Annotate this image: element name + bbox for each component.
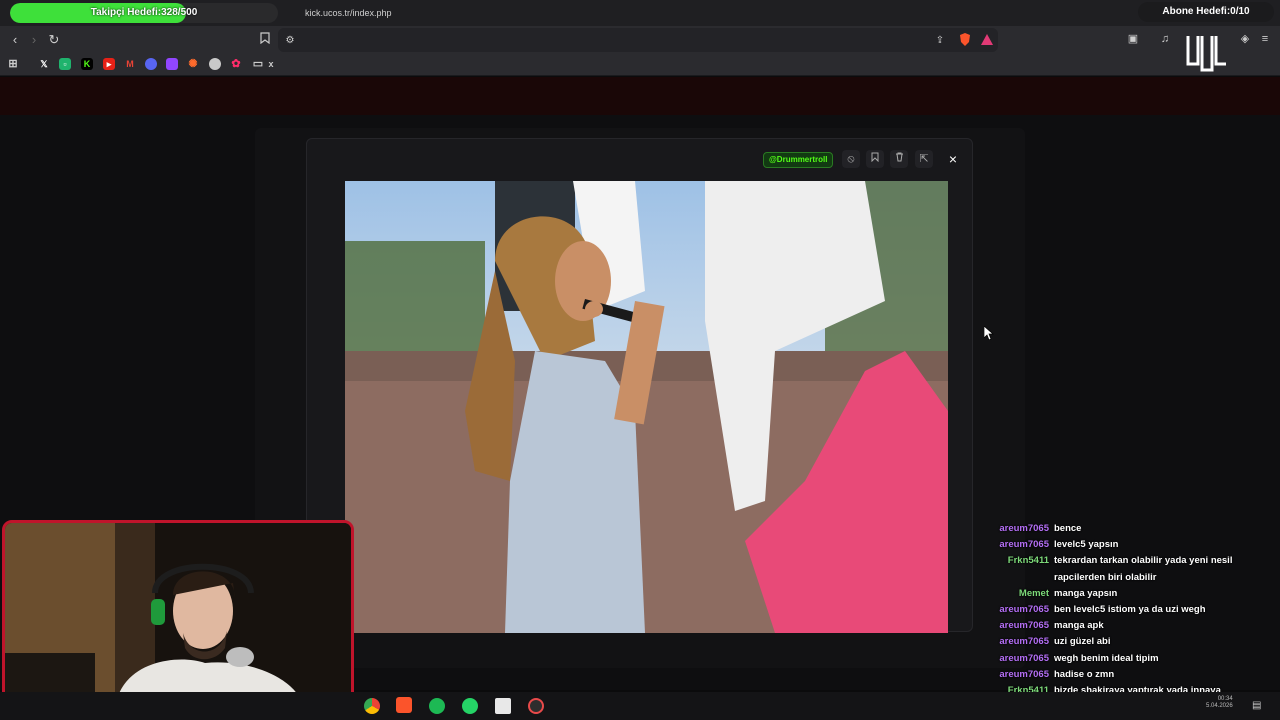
forward-icon[interactable]: › <box>26 32 42 48</box>
modal-header: @Drummertroll ⦸ ⇱ × <box>307 139 972 181</box>
chat-message: ben levelc5 istiom ya da uzi wegh <box>1054 604 1206 616</box>
chat-username <box>990 570 1054 586</box>
apps-grid-icon[interactable]: ⊞ <box>7 58 19 70</box>
chat-username: areum7065 <box>999 636 1049 648</box>
chat-line: areum7065 uzi güzel abi <box>990 634 1270 650</box>
x-icon[interactable]: 𝕏 <box>38 58 50 70</box>
chat-username: areum7065 <box>999 668 1049 680</box>
delete-icon[interactable] <box>890 150 908 168</box>
taskbar <box>0 692 1280 720</box>
chat-line: Memet manga yapsın <box>990 586 1270 602</box>
media-icon[interactable]: ♫ <box>1158 32 1172 46</box>
chat-line: areum7065 levelc5 yapsın <box>990 537 1270 553</box>
vpn-icon[interactable]: ◈ <box>1238 32 1252 46</box>
chat-line: rapcilerden biri olabilir <box>990 570 1270 586</box>
chat-message: hadise o zmn <box>1054 668 1115 680</box>
folder-label[interactable]: x <box>266 58 276 70</box>
menu-icon[interactable]: ≡ <box>1258 32 1272 46</box>
gmail-icon[interactable]: M <box>124 58 136 70</box>
screen: Takipçi Hedefi:328/500 Abone Hedefi:0/10… <box>0 0 1280 720</box>
page-header-dimmed <box>0 77 1280 115</box>
discord-icon[interactable] <box>145 58 157 70</box>
chat-message: uzi güzel abi <box>1054 636 1111 648</box>
url-text[interactable]: kick.ucos.tr/index.php <box>305 8 392 18</box>
video-frame <box>345 181 948 633</box>
close-icon[interactable]: × <box>943 149 963 169</box>
chat-message: tekrardan tarkan olabilir yada yeni nesi… <box>1054 555 1233 567</box>
notepad-icon[interactable] <box>495 698 511 714</box>
chat-message: wegh benim ideal tipim <box>1054 652 1159 664</box>
sub-goal-bar: Abone Hedefi:0/10 <box>1138 2 1274 22</box>
kick-k-icon[interactable]: K <box>81 58 93 70</box>
chat-message: manga apk <box>1054 620 1104 632</box>
star-icon[interactable]: ✺ <box>187 58 199 70</box>
chat-line: areum7065 hadise o zmn <box>990 667 1270 683</box>
brave-shield-icon[interactable] <box>957 33 973 49</box>
mouse-cursor <box>984 326 994 340</box>
share-icon[interactable]: ⇪ <box>932 33 948 49</box>
chatgpt-icon[interactable] <box>209 58 221 70</box>
chat-message: manga yapsın <box>1054 587 1118 599</box>
clock-time: 00:34 <box>1217 696 1233 702</box>
chat-username: areum7065 <box>999 604 1049 616</box>
chat-message: bence <box>1054 523 1082 534</box>
chat-message: rapcilerden biri olabilir <box>1054 571 1157 583</box>
save-icon[interactable] <box>866 150 884 168</box>
chat-line: Frkn5411 tekrardan tarkan olabilir yada y… <box>990 553 1270 569</box>
open-external-icon[interactable]: ⇱ <box>915 150 933 168</box>
follower-goal-bar: Takipçi Hedefi:328/500 <box>10 3 278 23</box>
chat-username: areum7065 <box>999 652 1049 664</box>
url-box[interactable] <box>278 28 998 52</box>
sidebar-icon[interactable]: ▣ <box>1126 32 1140 46</box>
block-icon[interactable]: ⦸ <box>842 150 860 168</box>
site-info-icon[interactable]: ⚙ <box>282 33 298 49</box>
chat-overlay: areum7065 bence areum7065 levelc5 yapsın Frk… <box>990 521 1270 715</box>
clip-modal: @Drummertroll ⦸ ⇱ × <box>306 138 973 633</box>
chat-username: Frkn5411 <box>1007 555 1049 567</box>
spotify-icon[interactable] <box>429 698 445 714</box>
bookmarks-bar: ⊞ 𝕏 ▫ K ▸ M ✺ ✿ ▭ x <box>0 54 1280 76</box>
webcam-image <box>5 523 351 715</box>
obs-icon[interactable] <box>528 698 544 714</box>
youtube-icon[interactable]: ▸ <box>103 58 115 70</box>
back-icon[interactable]: ‹ <box>7 32 23 48</box>
bookmark-icon[interactable]: ✿ <box>230 58 242 70</box>
brave-rewards-icon[interactable] <box>979 33 995 49</box>
clock[interactable]: 00:34 5.04.2026 <box>1206 696 1233 710</box>
chrome-icon[interactable] <box>364 698 380 714</box>
kick-icon[interactable]: ▫ <box>59 58 71 70</box>
follower-goal-text: Takipçi Hedefi:328/500 <box>90 7 198 18</box>
user-tag[interactable]: @Drummertroll <box>763 152 834 168</box>
clock-date: 5.04.2026 <box>1206 703 1233 709</box>
chat-line: areum7065 bence <box>990 521 1270 537</box>
folder-icon[interactable]: ▭ <box>252 58 264 70</box>
chat-line: areum7065 manga apk <box>990 618 1270 634</box>
webcam-feed <box>2 520 354 718</box>
chat-message: levelc5 yapsın <box>1054 539 1119 551</box>
whatsapp-icon[interactable] <box>462 698 478 714</box>
video-player[interactable] <box>345 181 948 633</box>
chat-line: areum7065 ben levelc5 istiom ya da uzi we… <box>990 602 1270 618</box>
chat-username: areum7065 <box>999 523 1049 534</box>
chat-username: Memet <box>1018 587 1049 599</box>
reload-icon[interactable]: ↻ <box>46 32 62 48</box>
bookmark-page-icon[interactable] <box>257 32 273 48</box>
notification-icon[interactable]: ▤ <box>1252 700 1261 711</box>
chat-username: areum7065 <box>999 620 1049 632</box>
twitch-icon[interactable] <box>166 58 178 70</box>
address-bar-row: ‹ › ↻ ⚙ ⇪ <box>0 26 1280 54</box>
chat-username: areum7065 <box>999 539 1049 551</box>
chat-line: areum7065 wegh benim ideal tipim <box>990 651 1270 667</box>
stream-logo <box>1186 36 1226 72</box>
brave-icon[interactable] <box>396 697 412 713</box>
